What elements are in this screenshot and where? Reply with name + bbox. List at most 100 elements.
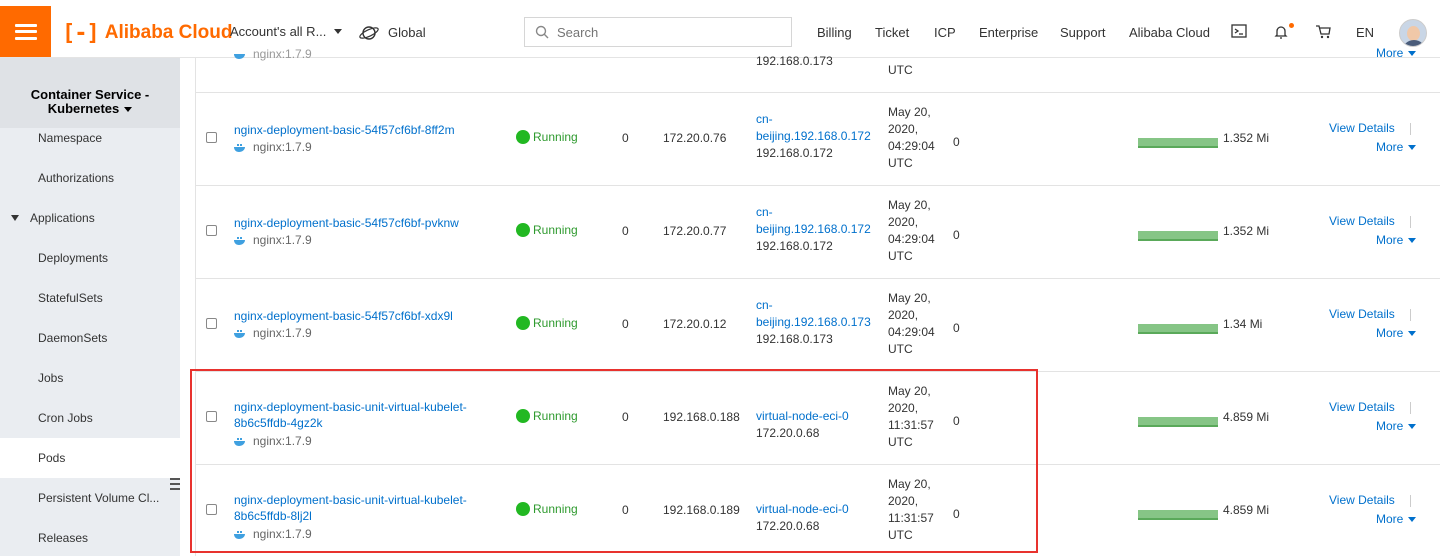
sidebar-item-pods[interactable]: Pods: [0, 438, 180, 478]
pod-name-line: 8b6c5ffdb-4gz2k: [234, 416, 323, 430]
pod-name-link[interactable]: nginx-deployment-basic-54f57cf6bf-8ff2m: [234, 122, 494, 138]
more-dropdown[interactable]: More: [1329, 44, 1417, 63]
time-line: UTC: [888, 528, 913, 542]
sidebar-item-statefulsets[interactable]: StatefulSets: [0, 278, 180, 318]
node-link[interactable]: virtual-node-eci-0: [756, 408, 849, 425]
created-time: May 20, 2020, 04:29:04 UTC: [888, 104, 948, 172]
view-details-link[interactable]: View Details: [1329, 119, 1395, 138]
row-actions: View Details More: [1329, 212, 1417, 250]
row-checkbox[interactable]: [206, 132, 217, 143]
sidebar-group-applications[interactable]: Applications: [0, 198, 180, 238]
pod-name-link[interactable]: nginx-deployment-basic-unit-virtual-kube…: [234, 492, 494, 524]
sidebar-item-deployments[interactable]: Deployments: [0, 238, 180, 278]
time-line: 04:29:04: [888, 139, 935, 153]
node-ip: 192.168.0.172: [756, 146, 833, 160]
pod-name-link[interactable]: nginx-deployment-basic-54f57cf6bf-pvknw: [234, 215, 494, 231]
node-cell: virtual-node-eci-0 172.20.0.68: [756, 408, 849, 442]
status-badge: Running: [516, 316, 578, 330]
image-label: nginx:1.7.9: [253, 140, 312, 154]
product-title-line2: Kubernetes: [47, 101, 120, 116]
row-checkbox[interactable]: [206, 504, 217, 515]
more-label: More: [1376, 326, 1404, 340]
sidebar-item-namespace[interactable]: Namespace: [0, 118, 180, 158]
view-details-link[interactable]: View Details: [1329, 305, 1395, 324]
sidebar-item-label: StatefulSets: [38, 291, 103, 305]
sidebar-item-daemonsets[interactable]: DaemonSets: [0, 318, 180, 358]
restart-count: 0: [622, 224, 629, 238]
pod-name-link[interactable]: nginx-deployment-basic-unit-virtual-kube…: [234, 399, 494, 431]
sidebar-item-label: Releases: [38, 531, 89, 545]
view-details-link[interactable]: View Details: [1329, 398, 1395, 417]
row-checkbox[interactable]: [206, 225, 217, 236]
chevron-down-icon: [1408, 145, 1417, 150]
sidebar-item-label: Namespace: [38, 131, 103, 145]
cpu-usage: 0: [953, 321, 960, 335]
hamburger-icon: [14, 23, 37, 40]
time-line: May 20,: [888, 291, 931, 305]
docker-icon: [234, 530, 245, 539]
pod-name-line: nginx-deployment-basic-54f57cf6bf-pvknw: [234, 216, 459, 230]
created-time: May 20, 2020, 11:31:57 UTC: [888, 383, 948, 451]
node-ip: 192.168.0.173: [756, 54, 833, 68]
node-ip: 192.168.0.172: [756, 239, 833, 253]
memory-usage-bar: [1138, 417, 1218, 427]
node-link[interactable]: cn- beijing.192.168.0.172: [756, 204, 871, 238]
more-label: More: [1376, 140, 1404, 154]
view-details-link[interactable]: View Details: [1329, 491, 1395, 510]
running-status-icon: [516, 502, 530, 516]
cpu-usage: 0: [953, 507, 960, 521]
hamburger-menu-button[interactable]: [0, 6, 51, 57]
cpu-usage: 0: [953, 135, 960, 149]
container-image: nginx:1.7.9: [234, 434, 312, 448]
more-dropdown[interactable]: More: [1329, 417, 1417, 436]
more-dropdown[interactable]: More: [1329, 138, 1417, 157]
node-name-line: virtual-node-eci-0: [756, 502, 849, 516]
node-name-line: cn-: [756, 112, 773, 126]
pod-ip: 192.168.0.188: [663, 410, 740, 424]
node-link[interactable]: cn- beijing.192.168.0.173: [756, 297, 871, 331]
memory-usage-bar: [1138, 510, 1218, 520]
sidebar-item-jobs[interactable]: Jobs: [0, 358, 180, 398]
sidebar-item-persistent-volume-claims[interactable]: Persistent Volume Cl...: [0, 478, 180, 518]
running-status-icon: [516, 130, 530, 144]
status-label: Running: [533, 409, 578, 423]
node-cell: virtual-node-eci-0 172.20.0.68: [756, 501, 849, 535]
created-time: May 20, 2020, 04:29:04 UTC: [888, 197, 948, 265]
row-checkbox[interactable]: [206, 318, 217, 329]
chevron-down-icon: [1408, 238, 1417, 243]
row-checkbox[interactable]: [206, 411, 217, 422]
view-details-link[interactable]: View Details: [1329, 212, 1395, 231]
node-name-line: virtual-node-eci-0: [756, 409, 849, 423]
sidebar-item-label: Applications: [30, 211, 95, 225]
node-cell: cn- beijing.192.168.0.172 192.168.0.172: [756, 111, 871, 162]
docker-icon: [234, 329, 245, 338]
more-dropdown[interactable]: More: [1329, 510, 1417, 529]
sidebar-item-cron-jobs[interactable]: Cron Jobs: [0, 398, 180, 438]
table-row: nginx-deployment-basic-unit-virtual-kube…: [196, 465, 1440, 556]
chevron-down-icon: [124, 106, 133, 112]
pod-name-line: nginx-deployment-basic-54f57cf6bf-xdx9l: [234, 309, 453, 323]
image-label: nginx:1.7.9: [253, 326, 312, 340]
time-line: May 20,: [888, 477, 931, 491]
pod-name-link[interactable]: nginx-deployment-basic-54f57cf6bf-xdx9l: [234, 308, 494, 324]
time-line: 04:29:04: [888, 325, 935, 339]
chevron-down-icon: [1408, 517, 1417, 522]
row-actions: View Details More: [1329, 491, 1417, 529]
memory-usage-bar: [1138, 231, 1218, 241]
sidebar-item-releases[interactable]: Releases: [0, 518, 180, 556]
table-row: nginx:1.7.9 192.168.0.173 UTC More: [196, 0, 1440, 93]
time-line: 2020,: [888, 494, 919, 508]
chevron-down-icon: [1408, 51, 1417, 56]
node-cell: cn- beijing.192.168.0.173 192.168.0.173: [756, 297, 871, 348]
node-link[interactable]: cn- beijing.192.168.0.172: [756, 111, 871, 145]
more-dropdown[interactable]: More: [1329, 231, 1417, 250]
sidebar-item-label: Authorizations: [38, 171, 115, 185]
sidebar-item-label: Persistent Volume Cl...: [38, 491, 160, 505]
time-line: UTC: [888, 435, 913, 449]
node-ip: 172.20.0.68: [756, 519, 820, 533]
node-name-line: beijing.192.168.0.172: [756, 129, 871, 143]
sidebar-item-authorizations[interactable]: Authorizations: [0, 158, 180, 198]
node-link[interactable]: virtual-node-eci-0: [756, 501, 849, 518]
more-dropdown[interactable]: More: [1329, 324, 1417, 343]
alibaba-logo-icon: [-]: [62, 20, 100, 46]
